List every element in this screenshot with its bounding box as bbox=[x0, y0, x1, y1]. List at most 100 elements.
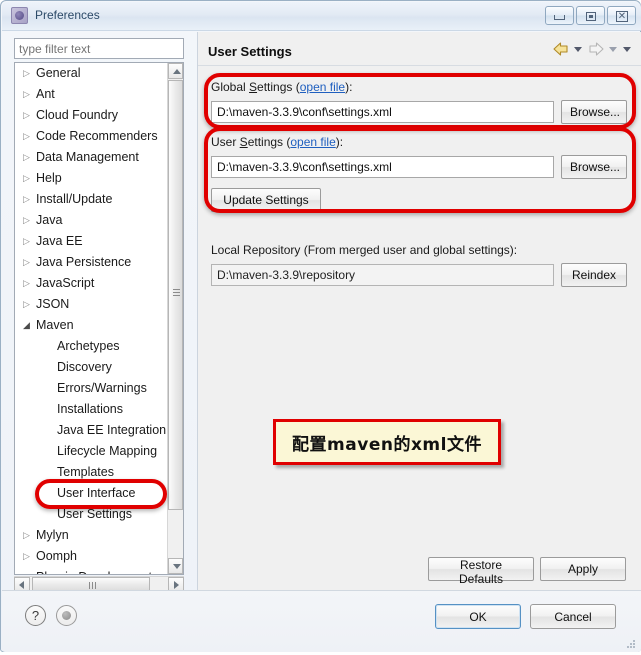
reindex-button[interactable]: Reindex bbox=[561, 263, 627, 287]
window-title: Preferences bbox=[35, 8, 100, 22]
tree-item-label: Java bbox=[36, 213, 63, 228]
user-settings-label: User Settings (open file): bbox=[211, 135, 343, 149]
filter-input[interactable] bbox=[14, 38, 184, 59]
tree-item-label: Data Management bbox=[36, 150, 139, 165]
tree-item-plug-in-development[interactable]: ▷Plug-in Development bbox=[15, 567, 167, 574]
expand-arrow-right-icon[interactable]: ▷ bbox=[23, 546, 36, 567]
user-label-mnemonic: S bbox=[239, 135, 248, 149]
tree-item-user-settings[interactable]: User Settings bbox=[15, 504, 167, 525]
scroll-up-button[interactable] bbox=[168, 63, 183, 79]
page-navigation bbox=[551, 40, 634, 58]
tree-item-maven[interactable]: ◢ Maven bbox=[15, 315, 167, 336]
user-settings-browse-button[interactable]: Browse... bbox=[561, 155, 627, 179]
tree-item-label: Archetypes bbox=[57, 339, 120, 354]
tree-item-general[interactable]: ▷ General bbox=[15, 63, 167, 84]
preferences-tree[interactable]: ▷ General ▷ Ant ▷ Cloud Foundry ▷ Code Recommen… bbox=[14, 62, 184, 575]
ok-button[interactable]: OK bbox=[435, 604, 521, 629]
global-label-rest: ettings ( bbox=[257, 80, 300, 94]
update-settings-button[interactable]: Update Settings bbox=[211, 188, 321, 212]
annotation-note: 配置maven的xml文件 bbox=[273, 419, 501, 465]
global-settings-path-input[interactable] bbox=[211, 101, 554, 123]
tree-item-label: Installations bbox=[57, 402, 124, 417]
back-dropdown-icon[interactable] bbox=[572, 40, 585, 58]
user-open-file-link[interactable]: open file bbox=[290, 135, 335, 149]
tree-item-lifecycle-mapping[interactable]: Lifecycle Mapping bbox=[15, 441, 167, 462]
expand-arrow-right-icon[interactable]: ▷ bbox=[23, 126, 36, 147]
global-label-mnemonic: S bbox=[249, 80, 258, 94]
global-open-file-link[interactable]: open file bbox=[300, 80, 345, 94]
tree-item-install-update[interactable]: ▷ Install/Update bbox=[15, 189, 167, 210]
maximize-icon bbox=[586, 12, 596, 21]
expand-arrow-right-icon[interactable]: ▷ bbox=[23, 231, 36, 252]
tree-item-ant[interactable]: ▷ Ant bbox=[15, 84, 167, 105]
tree-item-user-interface[interactable]: User Interface bbox=[15, 483, 167, 504]
expand-arrow-right-icon[interactable]: ▷ bbox=[23, 273, 36, 294]
tree-item-discovery[interactable]: Discovery bbox=[15, 357, 167, 378]
preferences-icon bbox=[11, 7, 28, 24]
restore-defaults-button[interactable]: Restore Defaults bbox=[428, 557, 534, 586]
global-settings-browse-button[interactable]: Browse... bbox=[561, 100, 627, 124]
vertical-scroll-thumb[interactable] bbox=[168, 80, 183, 510]
tree-item-java-ee[interactable]: ▷ Java EE bbox=[15, 231, 167, 252]
preferences-window: Preferences ✕ ▷General▷Ant▷Cloud Foundry… bbox=[0, 0, 641, 652]
tree-item-errors-warnings[interactable]: Errors/Warnings bbox=[15, 378, 167, 399]
title-bar: Preferences ✕ bbox=[2, 2, 641, 31]
tree-item-label: Help bbox=[36, 171, 62, 186]
tree-items: ▷ General ▷ Ant ▷ Cloud Foundry ▷ Code Recommen… bbox=[15, 63, 167, 574]
expand-arrow-down-icon[interactable]: ◢ bbox=[23, 315, 36, 336]
tree-item-mylyn[interactable]: ▷ Mylyn bbox=[15, 525, 167, 546]
close-button[interactable]: ✕ bbox=[607, 6, 636, 25]
tree-item-java-persistence[interactable]: ▷ Java Persistence bbox=[15, 252, 167, 273]
apply-button[interactable]: Apply bbox=[540, 557, 626, 581]
global-label-prefix: Global bbox=[211, 80, 250, 94]
tree-item-data-management[interactable]: ▷ Data Management bbox=[15, 147, 167, 168]
tree-item-label: JavaScript bbox=[36, 276, 95, 291]
tree-item-archetypes[interactable]: Archetypes bbox=[15, 336, 167, 357]
tree-item-java-ee-integration[interactable]: Java EE Integration bbox=[15, 420, 167, 441]
tree-item-javascript[interactable]: ▷ JavaScript bbox=[15, 273, 167, 294]
expand-arrow-right-icon[interactable]: ▷ bbox=[23, 63, 36, 84]
tree-item-label: User Interface bbox=[57, 486, 136, 501]
cancel-button[interactable]: Cancel bbox=[530, 604, 616, 629]
tree-item-help[interactable]: ▷ Help bbox=[15, 168, 167, 189]
tree-item-label: Ant bbox=[36, 87, 55, 102]
expand-arrow-right-icon[interactable]: ▷ bbox=[23, 210, 36, 231]
help-button[interactable]: ? bbox=[25, 605, 46, 626]
expand-arrow-right-icon[interactable]: ▷ bbox=[23, 189, 36, 210]
tree-item-installations[interactable]: Installations bbox=[15, 399, 167, 420]
expand-arrow-right-icon[interactable]: ▷ bbox=[23, 147, 36, 168]
expand-arrow-right-icon[interactable]: ▷ bbox=[23, 84, 36, 105]
expand-arrow-right-icon[interactable]: ▷ bbox=[23, 252, 36, 273]
expand-arrow-right-icon[interactable]: ▷ bbox=[23, 525, 36, 546]
maximize-button[interactable] bbox=[576, 6, 605, 25]
tree-item-java[interactable]: ▷ Java bbox=[15, 210, 167, 231]
expand-arrow-right-icon[interactable]: ▷ bbox=[23, 168, 36, 189]
tree-item-label: Oomph bbox=[36, 549, 77, 564]
resize-grip[interactable] bbox=[625, 637, 637, 649]
tree-item-cloud-foundry[interactable]: ▷ Cloud Foundry bbox=[15, 105, 167, 126]
tree-item-label: Errors/Warnings bbox=[57, 381, 147, 396]
tree-item-label: Mylyn bbox=[36, 528, 69, 543]
tree-vertical-scrollbar[interactable] bbox=[167, 63, 183, 574]
back-arrow-icon[interactable] bbox=[551, 40, 571, 58]
tree-item-json[interactable]: ▷ JSON bbox=[15, 294, 167, 315]
expand-arrow-right-icon[interactable]: ▷ bbox=[23, 294, 36, 315]
settings-page: User Settings Global Settings (open file… bbox=[197, 32, 641, 590]
tree-item-oomph[interactable]: ▷ Oomph bbox=[15, 546, 167, 567]
minimize-button[interactable] bbox=[545, 6, 574, 25]
scroll-down-button[interactable] bbox=[168, 558, 183, 574]
tree-item-label: Java Persistence bbox=[36, 255, 132, 270]
tree-item-label: Install/Update bbox=[36, 192, 113, 207]
global-settings-label: Global Settings (open file): bbox=[211, 80, 352, 94]
user-settings-path-input[interactable] bbox=[211, 156, 554, 178]
minimize-icon bbox=[554, 15, 565, 20]
record-button[interactable] bbox=[56, 605, 77, 626]
expand-arrow-right-icon[interactable]: ▷ bbox=[23, 105, 36, 126]
view-menu-icon[interactable] bbox=[621, 40, 634, 58]
expand-arrow-right-icon[interactable]: ▷ bbox=[23, 567, 36, 574]
annotation-note-text: 配置maven的xml文件 bbox=[292, 434, 482, 455]
tree-item-label: Templates bbox=[57, 465, 114, 480]
tree-item-templates[interactable]: Templates bbox=[15, 462, 167, 483]
user-label-prefix: User bbox=[211, 135, 240, 149]
tree-item-code-recommenders[interactable]: ▷ Code Recommenders bbox=[15, 126, 167, 147]
